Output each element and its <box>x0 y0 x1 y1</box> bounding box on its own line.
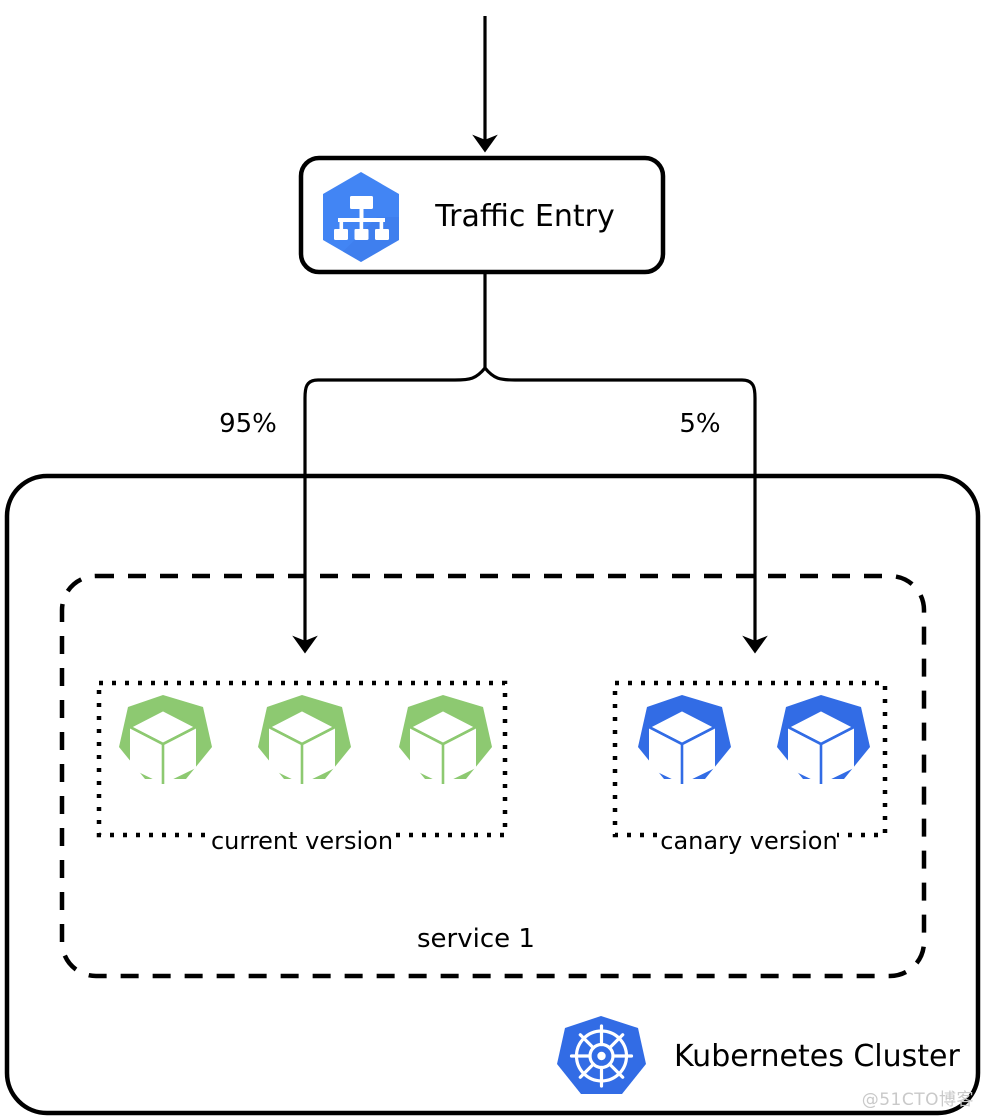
service-label: service 1 <box>417 924 535 954</box>
split-right-label: 5% <box>679 409 720 439</box>
traffic-entry-node[interactable]: Traffic Entry <box>298 155 666 275</box>
diagram-svg: Traffic Entry 95% 5% current version can… <box>4 16 981 1116</box>
service-box[interactable] <box>59 573 927 979</box>
kubernetes-cluster-box[interactable] <box>4 473 981 1116</box>
pod-green-3[interactable] <box>399 695 492 784</box>
pod-green-1[interactable] <box>119 695 212 784</box>
pod-blue-2[interactable] <box>777 695 870 784</box>
current-version-label: current version <box>211 827 393 855</box>
pod-green-2[interactable] <box>258 695 351 784</box>
traffic-split-connector: 95% 5% <box>219 272 768 654</box>
watermark: @51CTO博客 <box>861 1090 974 1110</box>
split-left-path <box>292 366 487 654</box>
kubernetes-helm-icon <box>557 1016 646 1094</box>
split-left-label: 95% <box>219 409 277 439</box>
kubernetes-cluster-label: Kubernetes Cluster <box>674 1039 961 1074</box>
canary-version-label: canary version <box>660 827 837 855</box>
pod-blue-1[interactable] <box>638 695 731 784</box>
diagram-canvas: Traffic Entry 95% 5% current version can… <box>0 0 984 1118</box>
traffic-entry-label: Traffic Entry <box>434 199 615 234</box>
